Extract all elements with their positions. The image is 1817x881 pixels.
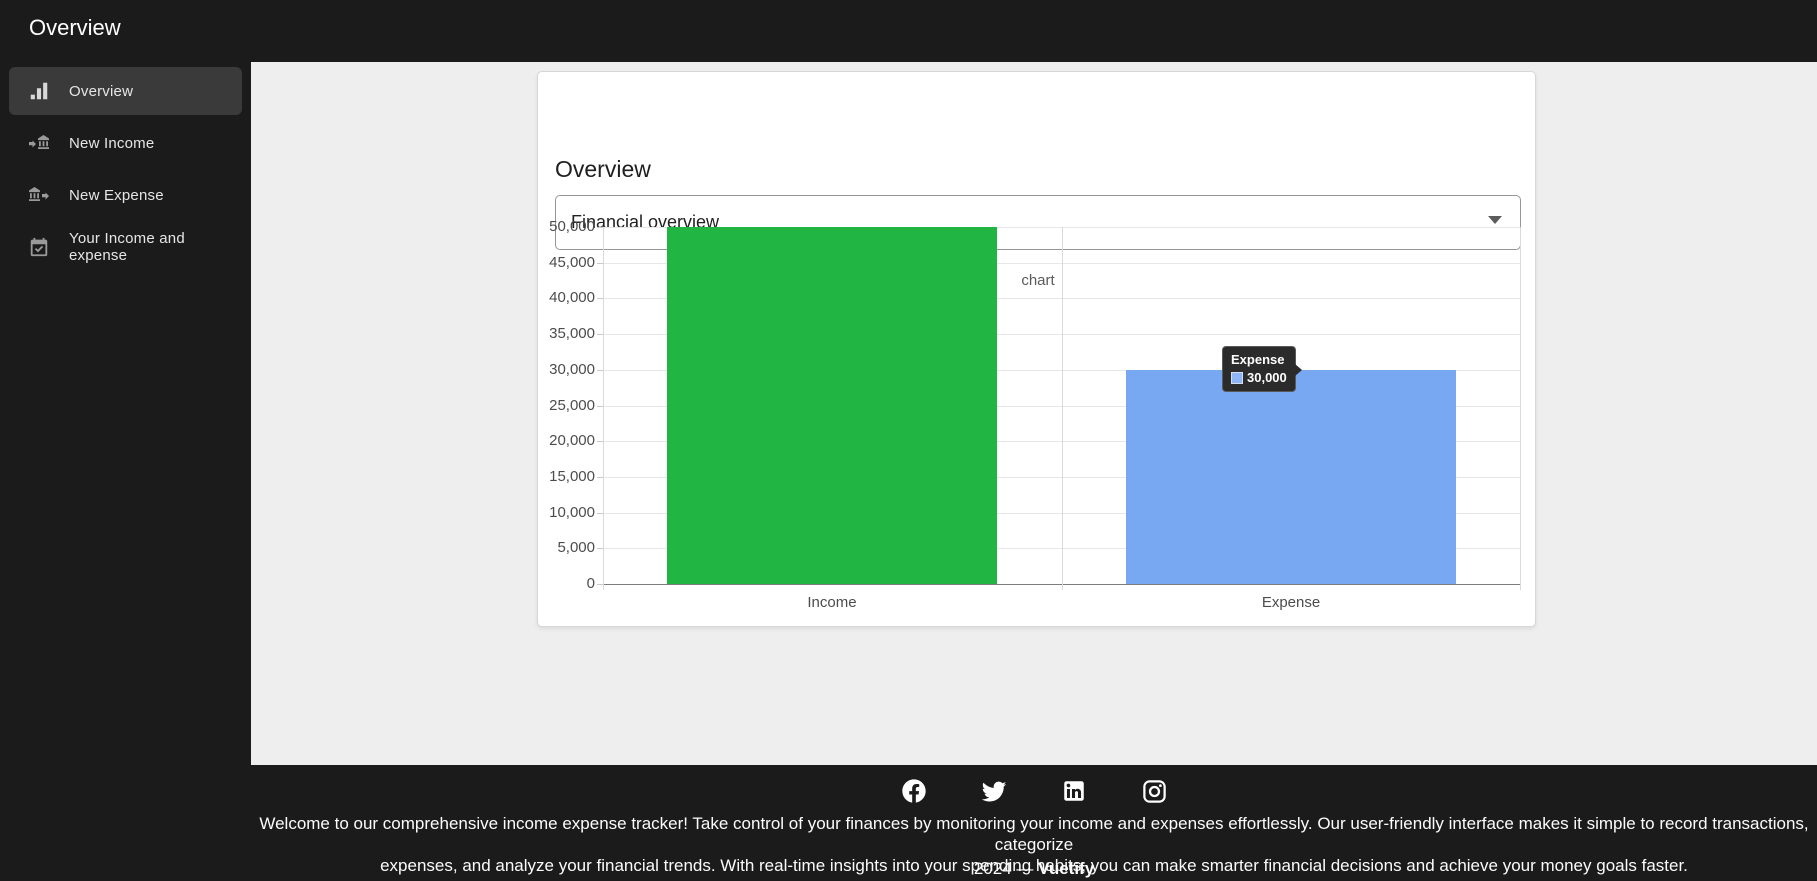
sidebar: Overview New Income New Expense Your Inc…: [0, 62, 251, 765]
overview-card: Overview Financial overview chart Expens…: [537, 71, 1536, 627]
facebook-icon[interactable]: [900, 777, 928, 805]
y-axis-label: 45,000: [515, 254, 595, 271]
footer-year: 2024 —: [974, 859, 1038, 878]
twitter-icon[interactable]: [980, 777, 1008, 805]
category-boundary-line: [1520, 227, 1521, 590]
chevron-down-icon: [1488, 216, 1502, 224]
bank-transfer-out-icon: [27, 183, 51, 207]
tooltip-value: 30,000: [1247, 370, 1287, 385]
footer: Welcome to our comprehensive income expe…: [0, 765, 1817, 881]
chart-tooltip: Expense 30,000: [1222, 346, 1296, 392]
tooltip-series-label: Expense: [1231, 352, 1287, 367]
y-axis-label: 20,000: [515, 432, 595, 449]
y-axis-label: 5,000: [515, 539, 595, 556]
sidebar-item-new-income[interactable]: New Income: [9, 119, 242, 167]
linkedin-icon[interactable]: [1060, 777, 1088, 805]
y-axis-label: 15,000: [515, 468, 595, 485]
sidebar-item-label: Overview: [69, 83, 133, 100]
y-axis-label: 25,000: [515, 397, 595, 414]
calendar-check-icon: [27, 235, 51, 259]
x-axis-label: Income: [732, 594, 932, 611]
y-axis-label: 10,000: [515, 504, 595, 521]
footer-description-line1: Welcome to our comprehensive income expe…: [251, 813, 1817, 855]
y-axis-label: 50,000: [515, 218, 595, 235]
plot-area: Expense 30,000 05,00010,00015,00020,0002…: [603, 227, 1520, 584]
expense-bar[interactable]: [1126, 370, 1456, 584]
y-axis-label: 0: [515, 575, 595, 592]
x-axis-label: Expense: [1191, 594, 1391, 611]
y-axis-label: 30,000: [515, 361, 595, 378]
y-axis-label: 40,000: [515, 289, 595, 306]
bank-transfer-in-icon: [27, 131, 51, 155]
tooltip-pointer: [1295, 364, 1302, 376]
category-boundary-line: [1062, 227, 1063, 590]
income-bar[interactable]: [667, 227, 997, 584]
app-bar-title: Overview: [29, 15, 121, 41]
social-icons-row: [251, 777, 1817, 805]
sidebar-item-label: New Income: [69, 135, 154, 152]
bar-chart-icon: [27, 79, 51, 103]
sidebar-item-label: Your Income and expense: [69, 230, 242, 264]
sidebar-item-label: New Expense: [69, 187, 164, 204]
y-axis-label: 35,000: [515, 325, 595, 342]
sidebar-item-your-income-and-expense[interactable]: Your Income and expense: [9, 223, 242, 271]
instagram-icon[interactable]: [1140, 777, 1168, 805]
tooltip-color-swatch: [1231, 372, 1243, 384]
sidebar-item-new-expense[interactable]: New Expense: [9, 171, 242, 219]
app-bar: Overview: [0, 0, 1817, 62]
category-boundary-line: [603, 227, 604, 590]
sidebar-item-overview[interactable]: Overview: [9, 67, 242, 115]
footer-copyright: 2024 — Vuetify: [251, 859, 1817, 879]
card-title: Overview: [555, 156, 651, 183]
footer-brand: Vuetify: [1038, 859, 1094, 878]
